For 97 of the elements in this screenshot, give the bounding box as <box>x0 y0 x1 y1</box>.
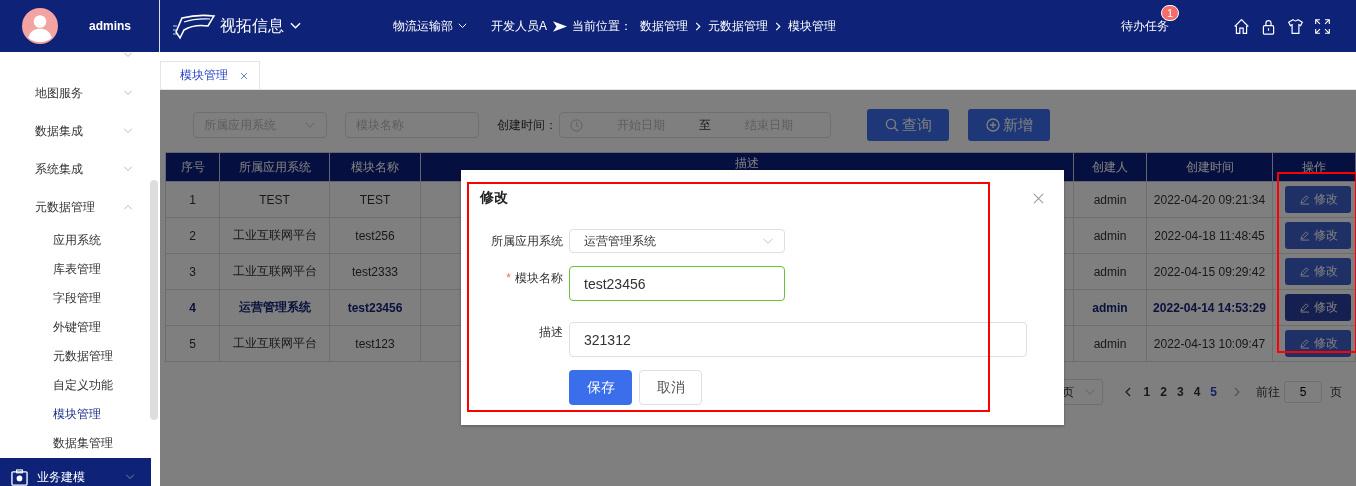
column-header: 序号 <box>165 152 220 182</box>
chevron-right-icon <box>695 21 701 31</box>
table-cell: 2022-04-14 14:53:29 <box>1146 289 1273 326</box>
created-time-label: 创建时间： <box>497 116 557 134</box>
page-number[interactable]: 1 <box>1143 385 1151 399</box>
table-cell: admin <box>1073 325 1147 362</box>
submenu-item[interactable]: 元数据管理 <box>0 342 160 371</box>
logo-drawing <box>172 12 216 40</box>
plus-circle-icon <box>985 118 1000 132</box>
pencil-icon <box>1298 230 1310 241</box>
location-label: 当前位置： <box>572 17 632 35</box>
submenu-item[interactable]: 自定义功能 <box>0 371 160 400</box>
page-number[interactable]: 3 <box>1176 385 1184 399</box>
table-cell: 2 <box>165 217 220 254</box>
page-number[interactable]: 2 <box>1160 385 1167 399</box>
table-cell: admin <box>1073 181 1147 218</box>
pencil-icon <box>1298 338 1310 349</box>
page-number[interactable]: 4 <box>1193 385 1201 399</box>
department-menu[interactable]: 物流运输部 <box>393 17 453 35</box>
edit-button[interactable]: 修改 <box>1285 294 1351 321</box>
system-select[interactable]: 运营管理系统 <box>569 229 785 253</box>
column-header: 操作 <box>1272 152 1356 182</box>
home-icon[interactable] <box>1233 17 1251 35</box>
table-cell: 工业互联网平台 <box>219 217 330 254</box>
table-cell: 5 <box>165 325 220 362</box>
brand-name[interactable]: 视拓信息 <box>220 15 284 37</box>
page-suffix: 页 <box>1330 383 1342 401</box>
next-page-icon[interactable] <box>1234 387 1240 397</box>
role-label: 开发人员A <box>491 17 547 35</box>
table-cell: admin <box>1073 217 1147 254</box>
breadcrumb-item[interactable]: 元数据管理 <box>708 17 768 35</box>
chevron-right-icon <box>775 21 781 31</box>
table-cell: 2022-04-18 11:48:45 <box>1146 217 1273 254</box>
table-cell: 工业互联网平台 <box>219 325 330 362</box>
table-cell: test23456 <box>329 289 421 326</box>
table-cell: TEST <box>329 181 421 218</box>
table-cell: admin <box>1073 253 1147 290</box>
search-icon <box>884 118 899 132</box>
page-jump-field[interactable]: 5 <box>1284 381 1322 403</box>
field-label: 所属应用系统 <box>491 233 563 248</box>
breadcrumb-item[interactable]: 数据管理 <box>640 17 688 35</box>
pencil-icon <box>1298 266 1310 277</box>
close-icon[interactable] <box>1033 192 1044 204</box>
pencil-icon <box>1298 194 1310 205</box>
table-cell: 4 <box>165 289 220 326</box>
menu-item[interactable]: 数据集成 <box>0 112 160 150</box>
table-cell: test256 <box>329 217 421 254</box>
table-cell: 工业互联网平台 <box>219 253 330 290</box>
pencil-icon <box>1298 302 1310 313</box>
avatar-icon[interactable] <box>22 8 58 44</box>
chevron-up-icon[interactable] <box>123 204 133 210</box>
goto-label: 前往 <box>1256 383 1280 401</box>
menu-item[interactable]: 元数据管理 <box>0 188 160 226</box>
module-name-field[interactable]: test23456 <box>569 266 785 301</box>
field-label: 描述 <box>539 325 563 339</box>
table-cell: admin <box>1073 289 1147 326</box>
description-field[interactable]: 321312 <box>569 322 1027 357</box>
table-cell: TEST <box>219 181 330 218</box>
submenu-item[interactable]: 数据集管理 <box>0 429 160 458</box>
scrollbar-thumb[interactable] <box>150 180 158 420</box>
submenu-item[interactable]: 库表管理 <box>0 255 160 284</box>
submenu-item[interactable]: 模块管理 <box>0 400 160 429</box>
menu-item[interactable]: 地图服务 <box>0 74 160 112</box>
table-cell: 运营管理系统 <box>219 289 330 326</box>
column-header: 创建人 <box>1073 152 1147 182</box>
menu-section[interactable]: 业务建模 <box>0 458 151 486</box>
page-number[interactable]: 5 <box>1210 385 1217 399</box>
clock-icon <box>570 118 583 132</box>
save-button[interactable]: 保存 <box>569 370 632 405</box>
submenu-item[interactable]: 外键管理 <box>0 313 160 342</box>
close-icon[interactable] <box>240 71 248 80</box>
paper-plane-icon <box>553 20 567 32</box>
submenu-item[interactable]: 字段管理 <box>0 284 160 313</box>
table-cell: 2022-04-20 09:21:34 <box>1146 181 1273 218</box>
toolbox-icon <box>11 468 28 486</box>
user-name[interactable]: admins <box>89 19 131 33</box>
table-cell: 3 <box>165 253 220 290</box>
cancel-button[interactable]: 取消 <box>639 370 702 405</box>
previous-page-icon[interactable] <box>1124 387 1131 397</box>
page-tab[interactable]: 模块管理 <box>160 61 260 89</box>
table-cell: test2333 <box>329 253 421 290</box>
shirt-icon[interactable] <box>1287 17 1305 35</box>
column-header: 所属应用系统 <box>219 152 330 182</box>
table-cell: 1 <box>165 181 220 218</box>
dialog-title: 修改 <box>480 189 508 207</box>
breadcrumb-item[interactable]: 模块管理 <box>788 17 836 35</box>
count-badge: 1 <box>1161 5 1180 21</box>
submenu-item[interactable]: 应用系统 <box>0 226 160 255</box>
required-mark: * <box>506 271 511 285</box>
column-header: 创建时间 <box>1146 152 1273 182</box>
menu-item[interactable]: 系统集成 <box>0 150 160 188</box>
table-cell: test123 <box>329 325 421 362</box>
field-label: 模块名称 <box>515 271 563 285</box>
column-header: 模块名称 <box>329 152 421 182</box>
table-cell: 2022-04-15 09:29:42 <box>1146 253 1273 290</box>
table-cell: 2022-04-13 10:09:47 <box>1146 325 1273 362</box>
fullscreen-icon[interactable] <box>1314 17 1332 35</box>
